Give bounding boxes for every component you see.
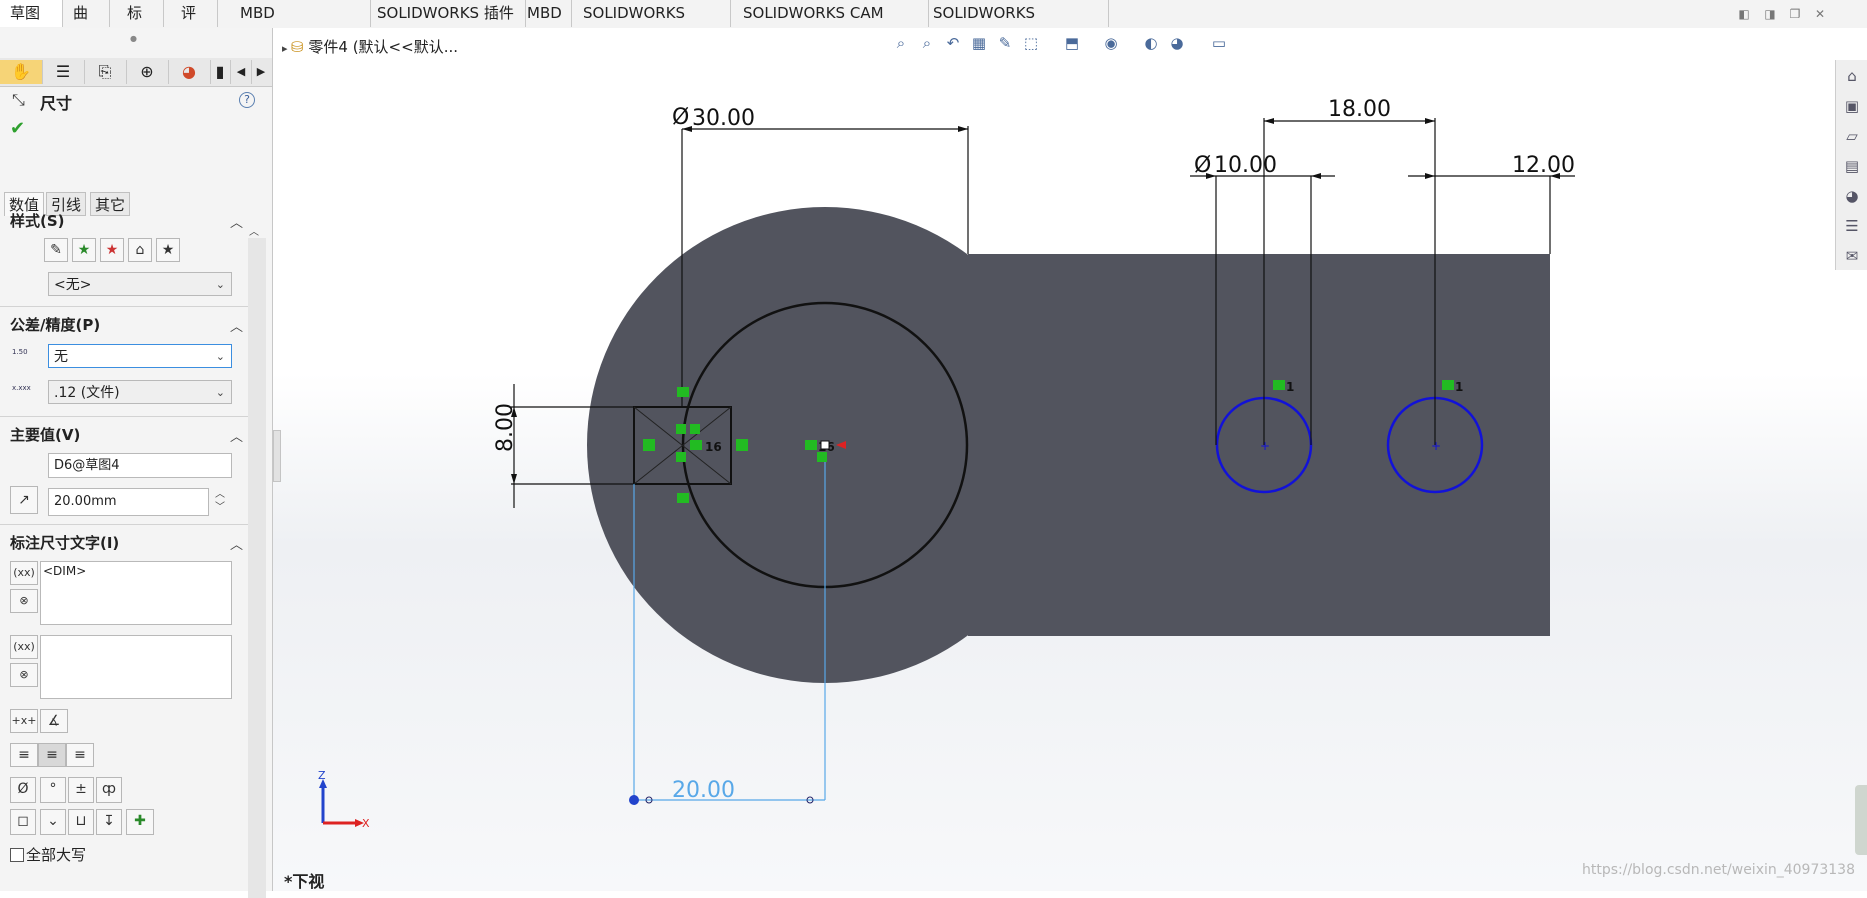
origin-point[interactable] bbox=[820, 440, 830, 450]
dim-holeSpacing[interactable]: 18.00 bbox=[1328, 97, 1391, 122]
relation-label: 1 bbox=[1286, 380, 1294, 394]
part-body bbox=[587, 207, 1550, 683]
watermark-text: https://blog.csdn.net/weixin_40973138 bbox=[1581, 862, 1855, 878]
triad-z-label: Z bbox=[318, 769, 326, 782]
diameter-symbol: Ø bbox=[672, 105, 689, 130]
svg-text:+: + bbox=[1431, 439, 1441, 453]
dim-smallDiameter[interactable]: 10.00 bbox=[1214, 153, 1277, 178]
svg-text:+: + bbox=[1260, 439, 1270, 453]
dim-bigDiameter[interactable]: 30.00 bbox=[692, 106, 755, 131]
view-name-label: *下视 bbox=[284, 872, 325, 891]
relation-label: 16 bbox=[705, 440, 722, 454]
dimension-handle[interactable] bbox=[629, 795, 639, 805]
dim-selectedDim[interactable]: 20.00 bbox=[672, 778, 735, 803]
view-triad: Z X bbox=[318, 769, 370, 830]
dim-squareSize[interactable]: 8.00 bbox=[493, 403, 518, 452]
triad-x-label: X bbox=[362, 817, 370, 830]
arm-rect bbox=[968, 254, 1550, 636]
sketch-canvas: + + Ø 30.00 18.00 Ø 10.00 12.00 8.00 20.… bbox=[318, 97, 1575, 830]
relation-label: 1 bbox=[1455, 380, 1463, 394]
diameter-symbol: Ø bbox=[1194, 153, 1211, 178]
dim-edgeOffset[interactable]: 12.00 bbox=[1512, 153, 1575, 178]
